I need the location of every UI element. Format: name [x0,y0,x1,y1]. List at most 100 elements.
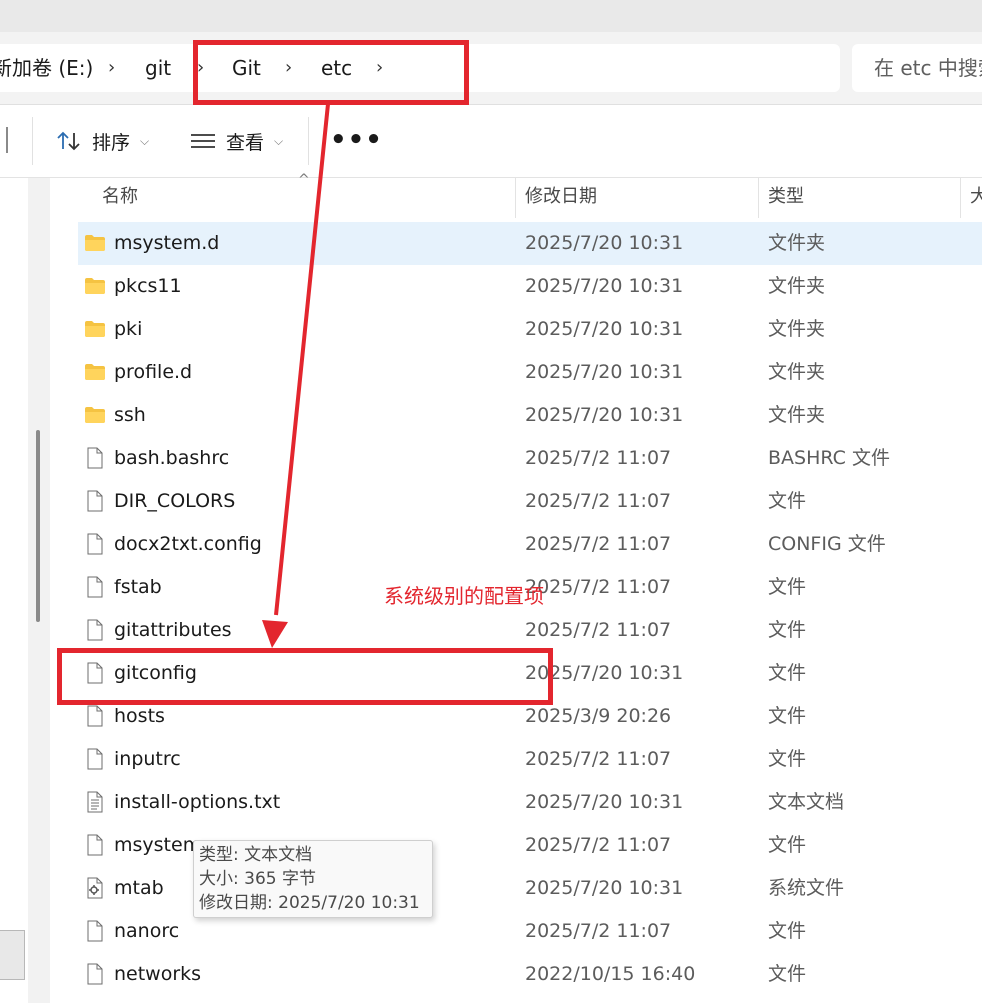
file-modified-date: 2025/7/20 10:31 [525,232,684,254]
file-type: 系统文件 [768,877,845,899]
file-modified-date: 2025/7/2 11:07 [525,490,672,512]
file-modified-date: 2025/7/2 11:07 [525,834,672,856]
file-type: BASHRC 文件 [768,447,890,469]
annotation-box-gitconfig [57,648,553,705]
sort-label: 排序 [92,131,131,154]
file-modified-date: 2025/7/2 11:07 [525,619,672,641]
file-modified-date: 2025/7/2 11:07 [525,920,672,942]
toolbar-divider [32,117,33,165]
file-modified-date: 2025/7/20 10:31 [525,361,684,383]
file-icon [84,920,106,942]
file-row[interactable]: DIR_COLORS 2025/7/2 11:07 文件 [78,480,982,523]
column-header-size[interactable]: 大 [970,178,982,216]
file-name: msystem.d [114,232,220,254]
view-label: 查看 [226,131,265,154]
address-row: 新加卷 (E:) › git › Git › etc › 在 etc 中搜索 [0,32,982,105]
column-divider[interactable] [758,178,759,218]
file-name: inputrc [114,748,181,770]
file-type: 文件 [768,834,807,856]
file-type: 文件夹 [768,318,826,340]
breadcrumb-separator-icon[interactable]: › [108,44,115,92]
file-name: bash.bashrc [114,447,230,469]
file-row[interactable]: ssh 2025/7/20 10:31 文件夹 [78,394,982,437]
file-row[interactable]: msystem.d 2025/7/20 10:31 文件夹 [78,222,982,265]
file-row[interactable]: bash.bashrc 2025/7/2 11:07 BASHRC 文件 [78,437,982,480]
file-type: CONFIG 文件 [768,533,886,555]
folder-icon [84,404,106,426]
file-type: 文件 [768,576,807,598]
file-modified-date: 2025/7/20 10:31 [525,275,684,297]
file-modified-date: 2025/7/20 10:31 [525,318,684,340]
folder-icon [84,232,106,254]
file-row[interactable]: networks 2022/10/15 16:40 文件 [78,953,982,996]
file-icon [84,963,106,985]
file-modified-date: 2025/7/20 10:31 [525,404,684,426]
file-name: gitattributes [114,619,232,641]
file-row[interactable]: install-options.txt 2025/7/20 10:31 文本文档 [78,781,982,824]
file-type: 文件 [768,920,807,942]
file-icon [84,705,106,727]
system-file-icon [84,877,106,899]
view-list-icon [191,134,215,148]
column-header-date[interactable]: 修改日期 [525,178,597,216]
file-icon [84,490,106,512]
file-tooltip: 类型: 文本文档 大小: 365 字节 修改日期: 2025/7/20 10:3… [193,840,433,918]
file-type: 文件 [768,662,807,684]
file-name: fstab [114,576,162,598]
chevron-down-icon: ⌵ [140,133,150,148]
file-name: ssh [114,404,146,426]
title-bar-strip [0,0,982,32]
file-type: 文件 [768,748,807,770]
file-icon [84,834,106,856]
chevron-down-icon: ⌵ [274,133,284,148]
column-header-name[interactable]: 名称 [102,178,138,216]
file-modified-date: 2022/10/15 16:40 [525,963,696,985]
sort-button[interactable]: 排序 ⌵ [56,119,149,163]
file-row[interactable]: profile.d 2025/7/20 10:31 文件夹 [78,351,982,394]
annotation-box-breadcrumb [193,40,469,105]
text-file-icon [84,791,106,813]
file-name: docx2txt.config [114,533,262,555]
folder-icon [84,361,106,383]
file-type: 文件 [768,619,807,641]
file-row[interactable]: inputrc 2025/7/2 11:07 文件 [78,738,982,781]
file-name: pkcs11 [114,275,182,297]
file-modified-date: 2025/7/2 11:07 [525,576,672,598]
search-box[interactable]: 在 etc 中搜索 [852,44,982,92]
file-icon [84,576,106,598]
search-input[interactable]: 在 etc 中搜索 [874,44,982,92]
file-modified-date: 2025/7/20 10:31 [525,791,684,813]
file-modified-date: 2025/7/2 11:07 [525,533,672,555]
nav-selected-item[interactable] [0,930,25,980]
file-name: msystem [114,834,202,856]
breadcrumb-git[interactable]: git [145,44,171,92]
file-row[interactable]: pki 2025/7/20 10:31 文件夹 [78,308,982,351]
file-type: 文件夹 [768,404,826,426]
command-bar: 排序 ⌵ 查看 ⌵ ••• [0,105,982,178]
file-row[interactable]: gitattributes 2025/7/2 11:07 文件 [78,609,982,652]
file-name: pki [114,318,143,340]
toolbar-divider [308,117,309,165]
navigation-scrollbar[interactable] [28,178,50,1003]
file-row[interactable]: pkcs11 2025/7/20 10:31 文件夹 [78,265,982,308]
file-icon [84,447,106,469]
file-name: nanorc [114,920,180,942]
file-row[interactable]: docx2txt.config 2025/7/2 11:07 CONFIG 文件 [78,523,982,566]
more-options-button[interactable]: ••• [330,125,383,155]
file-type: 文件夹 [768,232,826,254]
column-divider[interactable] [960,178,961,218]
column-divider[interactable] [515,178,516,218]
sort-ascending-icon: ^ [298,172,310,188]
breadcrumb-drive[interactable]: 新加卷 (E:) [0,44,93,92]
file-icon [84,619,106,641]
view-button[interactable]: 查看 ⌵ [190,119,283,163]
file-name: profile.d [114,361,193,383]
file-type: 文件夹 [768,275,826,297]
file-name: install-options.txt [114,791,281,813]
column-header-type[interactable]: 类型 [768,178,804,216]
file-modified-date: 2025/7/20 10:31 [525,877,684,899]
navigation-pane[interactable] [0,178,28,1003]
folder-icon [84,318,106,340]
scrollbar-thumb[interactable] [36,430,40,622]
file-type: 文本文档 [768,791,845,813]
